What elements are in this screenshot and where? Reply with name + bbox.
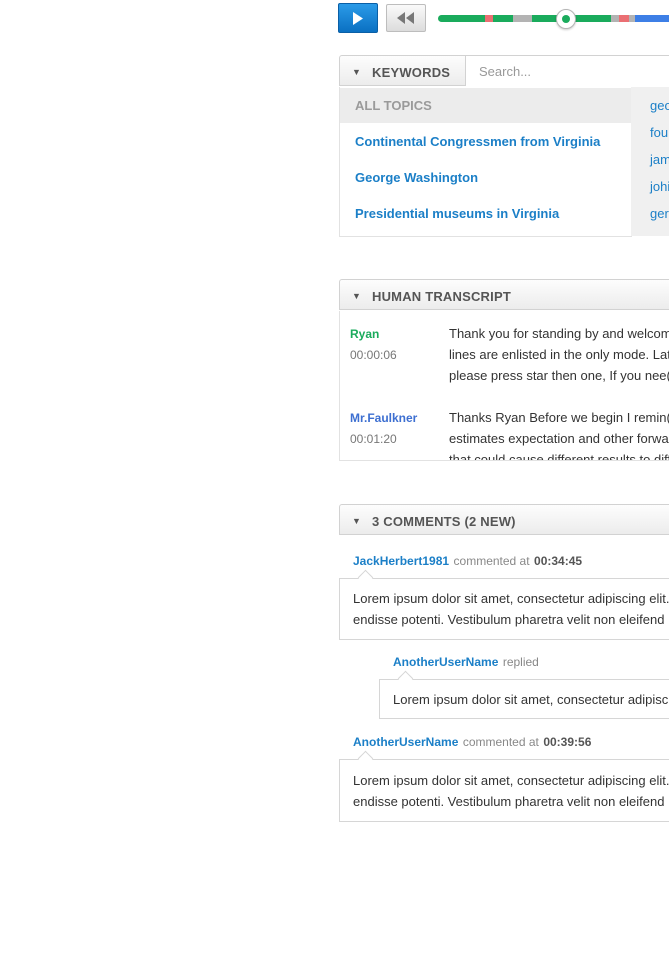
transcript-title: HUMAN TRANSCRIPT [372,289,511,304]
transcript-line: Thanks Ryan Before we begin I remin( [449,410,669,425]
collapse-triangle-icon: ▼ [352,67,361,77]
reply-meta: AnotherUserName replied [393,653,539,671]
comment-timestamp[interactable]: 00:34:45 [534,554,582,568]
transcript-line: estimates expectation and other forwa [449,431,669,446]
all-topics-label: ALL TOPICS [355,98,432,113]
timeline-track[interactable] [438,15,669,22]
comments-header[interactable]: ▼ 3 COMMENTS (2 NEW) [339,504,669,535]
transcript-body: Ryan 00:00:06 Thank you for standing by … [339,311,669,461]
comment-username[interactable]: AnotherUserName [353,735,458,749]
comment-username[interactable]: JackHerbert1981 [353,554,449,568]
play-icon [353,12,363,25]
reply-username[interactable]: AnotherUserName [393,655,498,669]
timeline-segment [485,15,493,22]
keyword-terms-column: geo fou jam johi ger [631,87,669,236]
speaker-name[interactable]: Ryan [350,327,379,341]
keyword-term[interactable]: ger [650,206,669,221]
timeline-segment [493,15,513,22]
comment-text-line: endisse potenti. Vestibulum pharetra vel… [353,612,665,627]
transcript-line: lines are enlisted in the only mode. Lat [449,347,669,362]
collapse-triangle-icon: ▼ [352,516,361,526]
comment-timestamp[interactable]: 00:39:56 [543,735,591,749]
timeline-scrubber[interactable] [556,9,576,29]
comment-action: commented at [462,735,539,749]
comments-title: 3 COMMENTS (2 NEW) [372,514,516,529]
timeline-segment [619,15,629,22]
timeline-segment [513,15,532,22]
comment-bubble: Lorem ipsum dolor sit amet, consectetur … [339,759,669,822]
transcript-line: please press star then one, If you nee( [449,368,669,383]
keyword-term[interactable]: johi [650,179,669,194]
reply-bubble: Lorem ipsum dolor sit amet, consectetur … [379,679,669,719]
comment-action: commented at [453,554,530,568]
keyword-term[interactable]: geo [650,98,669,113]
reply-action: replied [502,655,539,669]
keyword-term[interactable]: fou [650,125,668,140]
timeline-segment [438,15,485,22]
topic-link[interactable]: George Washington [355,170,478,185]
reply-text-line: Lorem ipsum dolor sit amet, consectetur … [393,692,669,707]
transcript-header[interactable]: ▼ HUMAN TRANSCRIPT [339,279,669,310]
topic-link[interactable]: Continental Congressmen from Virginia [355,134,600,149]
topic-link[interactable]: Presidential museums in Virginia [355,206,559,221]
timestamp[interactable]: 00:01:20 [350,432,397,446]
rewind-icon [397,12,414,24]
speaker-name[interactable]: Mr.Faulkner [350,411,417,425]
timestamp[interactable]: 00:00:06 [350,348,397,362]
play-button[interactable] [338,3,378,33]
timeline-segment [611,15,619,22]
comment-text-line: endisse potenti. Vestibulum pharetra vel… [353,794,665,809]
comment-meta: JackHerbert1981 commented at 00:34:45 [353,552,582,570]
timeline-segment [635,15,669,22]
comment-text-line: Lorem ipsum dolor sit amet, consectetur … [353,591,669,606]
transcript-line: Thank you for standing by and welcom [449,326,669,341]
comment-meta: AnotherUserName commented at 00:39:56 [353,733,591,751]
keyword-search-input[interactable] [465,56,669,86]
comment-bubble: Lorem ipsum dolor sit amet, consectetur … [339,578,669,640]
rewind-button[interactable] [386,4,426,32]
transcript-line: that could cause different results to di… [449,452,669,461]
all-topics-tab[interactable]: ALL TOPICS [340,88,631,123]
comment-text-line: Lorem ipsum dolor sit amet, consectetur … [353,773,669,788]
keyword-term[interactable]: jam [650,152,669,167]
keywords-title: KEYWORDS [372,65,451,80]
collapse-triangle-icon: ▼ [352,291,361,301]
